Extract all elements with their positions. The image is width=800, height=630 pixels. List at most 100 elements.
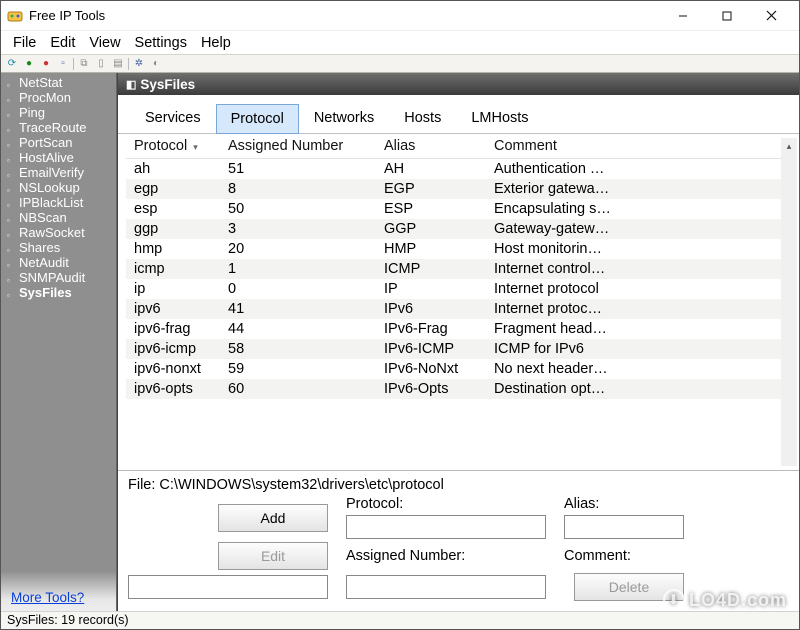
alias-input[interactable] <box>564 515 684 539</box>
column-header-assigned-number[interactable]: Assigned Number <box>220 134 376 159</box>
toolbar-delete-icon[interactable]: ▤ <box>111 57 125 71</box>
menu-view[interactable]: View <box>83 33 126 53</box>
cell-alias: ESP <box>376 199 486 219</box>
close-button[interactable] <box>749 2 793 30</box>
sidebar-item-procmon[interactable]: ▫ProcMon <box>3 90 114 105</box>
cell-protocol: ggp <box>126 219 220 239</box>
sidebar-item-shares[interactable]: ▫Shares <box>3 240 114 255</box>
column-header-protocol[interactable]: Protocol▾ <box>126 134 220 159</box>
sidebar-item-sysfiles[interactable]: ▫SysFiles <box>3 285 114 300</box>
sidebar-item-netaudit[interactable]: ▫NetAudit <box>3 255 114 270</box>
cell-num: 59 <box>220 359 376 379</box>
tool-icon: ▫ <box>7 258 17 268</box>
vertical-scrollbar[interactable]: ▴ <box>781 138 797 466</box>
cell-protocol: ipv6-icmp <box>126 339 220 359</box>
menu-help[interactable]: Help <box>195 33 237 53</box>
sidebar-item-label: PortScan <box>19 135 72 150</box>
table-row[interactable]: ipv6-icmp58IPv6-ICMPICMP for IPv6 <box>126 339 787 359</box>
gear-icon: ◧ <box>126 78 136 91</box>
comment-input[interactable] <box>346 575 546 599</box>
sidebar-item-label: IPBlackList <box>19 195 83 210</box>
table-row[interactable]: ip0IPInternet protocol <box>126 279 787 299</box>
tool-icon: ▫ <box>7 183 17 193</box>
toolbar-stop-icon[interactable]: ● <box>39 57 53 71</box>
cell-protocol: ipv6-nonxt <box>126 359 220 379</box>
menu-file[interactable]: File <box>7 33 42 53</box>
sidebar-item-label: Ping <box>19 105 45 120</box>
table-row[interactable]: ipv6-opts60IPv6-OptsDestination opt… <box>126 379 787 399</box>
cell-alias: IPv6-NoNxt <box>376 359 486 379</box>
sidebar-item-portscan[interactable]: ▫PortScan <box>3 135 114 150</box>
alias-label: Alias: <box>564 496 684 512</box>
menu-edit[interactable]: Edit <box>44 33 81 53</box>
add-button[interactable]: Add <box>218 504 328 532</box>
table-row[interactable]: hmp20HMPHost monitorin… <box>126 239 787 259</box>
toolbar-paste-icon[interactable]: ▯ <box>94 57 108 71</box>
toolbar-help-icon[interactable]: ◐ <box>149 57 163 71</box>
toolbar-copy-icon[interactable]: ⧉ <box>77 57 91 71</box>
tab-lmhosts[interactable]: LMHosts <box>456 103 543 133</box>
cell-comment: Fragment head… <box>486 319 787 339</box>
toolbar-refresh-icon[interactable]: ⟳ <box>5 57 19 71</box>
toolbar-settings-icon[interactable]: ✲ <box>132 57 146 71</box>
tab-hosts[interactable]: Hosts <box>389 103 456 133</box>
column-header-alias[interactable]: Alias <box>376 134 486 159</box>
sidebar-item-emailverify[interactable]: ▫EmailVerify <box>3 165 114 180</box>
cell-comment: ICMP for IPv6 <box>486 339 787 359</box>
cell-comment: Exterior gatewa… <box>486 179 787 199</box>
assigned-number-input[interactable] <box>128 575 328 599</box>
table-row[interactable]: icmp1ICMPInternet control… <box>126 259 787 279</box>
sidebar-item-label: NSLookup <box>19 180 80 195</box>
sidebar-item-label: RawSocket <box>19 225 85 240</box>
tool-icon: ▫ <box>7 288 17 298</box>
cell-protocol: egp <box>126 179 220 199</box>
table-row[interactable]: ipv6-nonxt59IPv6-NoNxtNo next header… <box>126 359 787 379</box>
edit-button[interactable]: Edit <box>218 542 328 570</box>
cell-alias: IP <box>376 279 486 299</box>
table-row[interactable]: ipv641IPv6Internet protoc… <box>126 299 787 319</box>
sidebar-item-netstat[interactable]: ▫NetStat <box>3 75 114 90</box>
assigned-number-label: Assigned Number: <box>346 548 546 564</box>
minimize-button[interactable] <box>661 2 705 30</box>
tool-icon: ▫ <box>7 108 17 118</box>
column-header-comment[interactable]: Comment <box>486 134 787 159</box>
table-row[interactable]: esp50ESPEncapsulating s… <box>126 199 787 219</box>
sidebar-item-label: HostAlive <box>19 150 74 165</box>
toolbar-save-icon[interactable]: ▫ <box>56 57 70 71</box>
cell-comment: Gateway-gatew… <box>486 219 787 239</box>
sidebar-item-hostalive[interactable]: ▫HostAlive <box>3 150 114 165</box>
toolbar-play-icon[interactable]: ● <box>22 57 36 71</box>
cell-alias: GGP <box>376 219 486 239</box>
menu-settings[interactable]: Settings <box>129 33 193 53</box>
sidebar-item-ping[interactable]: ▫Ping <box>3 105 114 120</box>
table-row[interactable]: ah51AHAuthentication … <box>126 159 787 180</box>
sidebar-item-snmpaudit[interactable]: ▫SNMPAudit <box>3 270 114 285</box>
cell-alias: HMP <box>376 239 486 259</box>
table-row[interactable]: ipv6-frag44IPv6-FragFragment head… <box>126 319 787 339</box>
sidebar-item-label: NetStat <box>19 75 62 90</box>
table-row[interactable]: ggp3GGPGateway-gatew… <box>126 219 787 239</box>
sidebar-item-nbscan[interactable]: ▫NBScan <box>3 210 114 225</box>
tab-services[interactable]: Services <box>130 103 216 133</box>
sidebar-item-rawsocket[interactable]: ▫RawSocket <box>3 225 114 240</box>
cell-alias: ICMP <box>376 259 486 279</box>
sidebar-item-label: Shares <box>19 240 60 255</box>
sidebar-item-traceroute[interactable]: ▫TraceRoute <box>3 120 114 135</box>
table-row[interactable]: egp8EGPExterior gatewa… <box>126 179 787 199</box>
cell-comment: Internet control… <box>486 259 787 279</box>
protocol-input[interactable] <box>346 515 546 539</box>
scroll-up-icon[interactable]: ▴ <box>781 138 797 154</box>
delete-button[interactable]: Delete <box>574 573 684 601</box>
tab-networks[interactable]: Networks <box>299 103 389 133</box>
sidebar-item-ipblacklist[interactable]: ▫IPBlackList <box>3 195 114 210</box>
sidebar-item-label: EmailVerify <box>19 165 84 180</box>
sidebar-item-nslookup[interactable]: ▫NSLookup <box>3 180 114 195</box>
tab-protocol[interactable]: Protocol <box>216 104 299 134</box>
cell-protocol: ipv6 <box>126 299 220 319</box>
maximize-button[interactable] <box>705 2 749 30</box>
more-tools-link[interactable]: More Tools? <box>11 590 84 605</box>
cell-num: 41 <box>220 299 376 319</box>
cell-comment: Destination opt… <box>486 379 787 399</box>
titlebar: Free IP Tools <box>1 1 799 31</box>
tool-icon: ▫ <box>7 123 17 133</box>
